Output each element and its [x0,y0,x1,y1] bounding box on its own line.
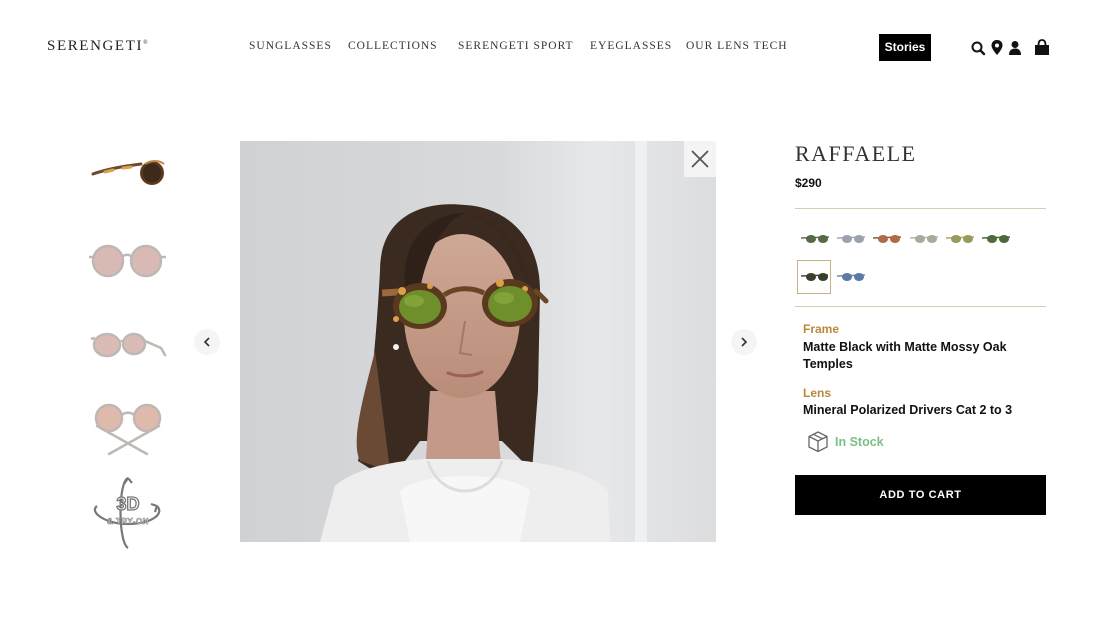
previous-image-button[interactable] [194,329,220,355]
thumbnail-front-view[interactable] [85,230,171,290]
nav-item-serengeti-sport[interactable]: SERENGETI SPORT [458,40,574,52]
color-swatch-6[interactable] [980,230,1012,246]
color-swatch-2[interactable] [835,230,867,246]
try-on-badge-label: & TRY-ON [107,517,149,527]
try-on-badge-3d: 3D [116,493,140,514]
search-icon[interactable] [970,38,988,58]
product-name: RAFFAELE [795,141,917,166]
color-swatch-3[interactable] [871,230,903,246]
account-icon[interactable] [1006,38,1024,58]
shopping-bag-icon[interactable] [1033,38,1051,58]
brand-logo[interactable]: SERENGETI® [47,38,149,55]
close-icon [691,150,709,168]
nav-item-collections[interactable]: COLLECTIONS [348,40,438,52]
lens-value: Mineral Polarized Drivers Cat 2 to 3 [803,403,1013,417]
color-swatch-1[interactable] [799,230,831,246]
close-try-on-button[interactable] [684,141,716,177]
divider [795,208,1046,209]
package-box-icon [808,431,828,453]
stories-button[interactable]: Stories [879,34,931,61]
thumbnail-folded-view[interactable] [85,398,171,458]
color-swatch-7-image [800,273,829,281]
thumbnail-side-view[interactable] [85,142,171,202]
nav-item-eyeglasses[interactable]: EYEGLASSES [590,40,672,52]
try-on-camera-image [240,141,716,542]
color-swatch-7-selected[interactable] [797,260,831,294]
product-price: $290 [795,176,822,190]
color-swatch-5[interactable] [944,230,976,246]
thumbnail-3d-try-on[interactable]: 3D & TRY-ON [85,472,171,552]
add-to-cart-button[interactable]: ADD TO CART [795,475,1046,515]
frame-value: Matte Black with Matte Mossy Oak Temples [803,340,1007,371]
stock-status: In Stock [835,435,884,449]
next-image-button[interactable] [731,329,757,355]
chevron-right-icon [741,337,748,347]
lens-label: Lens [803,386,832,400]
divider [795,306,1046,307]
brand-logo-text: SERENGETI [47,38,144,54]
color-swatch-8[interactable] [835,268,867,284]
chevron-left-icon [203,337,210,347]
thumbnail-angled-view[interactable] [85,315,171,375]
location-pin-icon[interactable] [988,38,1006,58]
nav-item-our-lens-tech[interactable]: OUR LENS TECH [686,40,788,52]
frame-label: Frame [803,322,840,336]
color-swatch-4[interactable] [908,230,940,246]
nav-item-sunglasses[interactable]: SUNGLASSES [249,40,332,52]
virtual-try-on-view[interactable] [240,141,716,542]
